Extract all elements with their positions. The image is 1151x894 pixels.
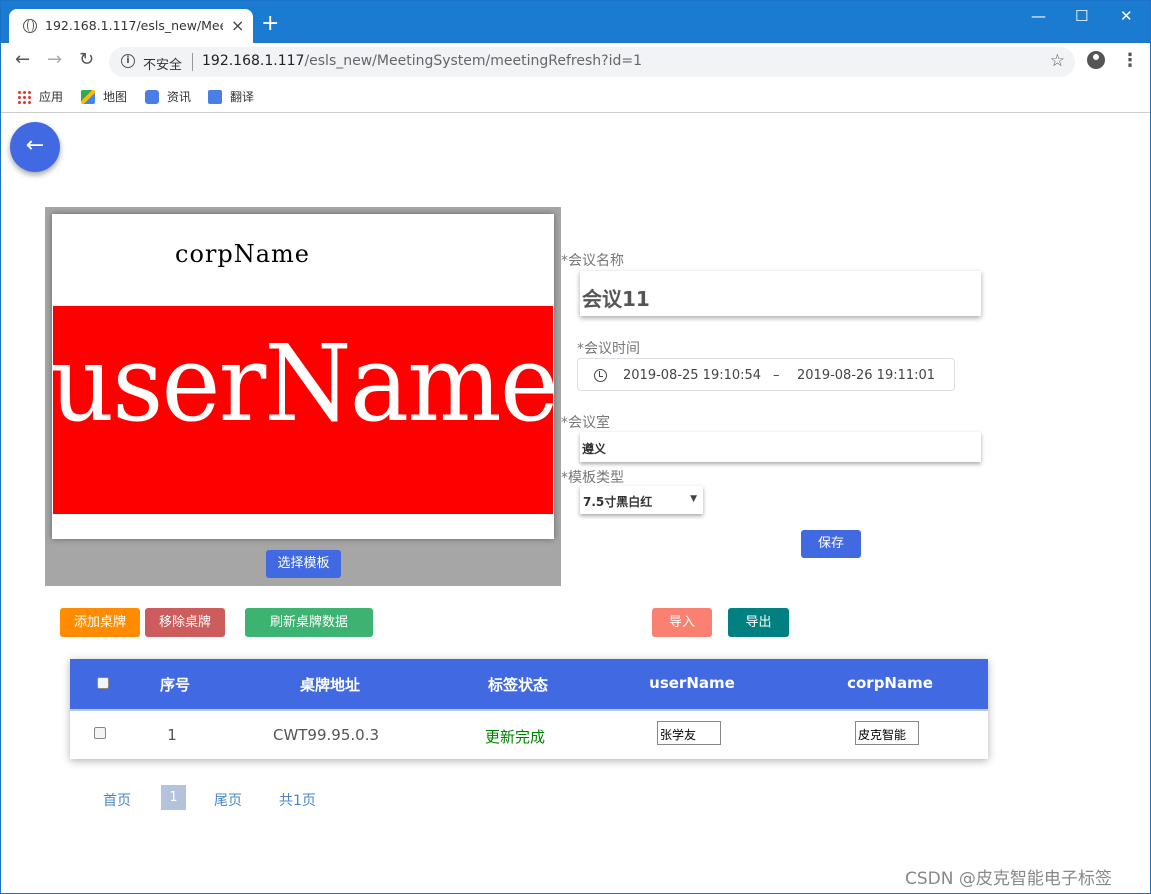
row-corpname-input[interactable]: 皮克智能 [855, 721, 919, 745]
address-toolbar: ← → ↻ i 不安全 192.168.1.117/esls_new/Meeti… [1, 43, 1150, 79]
row-index: 1 [167, 726, 177, 744]
tab-title: 192.168.1.117/esls_new/Meeti [45, 18, 223, 33]
column-header: 序号 [159, 676, 190, 694]
title-bar: 192.168.1.117/esls_new/Meeti × + — ☐ ✕ [1, 1, 1150, 43]
row-checkbox[interactable] [94, 727, 106, 739]
meeting-name-field[interactable]: 会议11 [580, 271, 981, 316]
url-path: /esls_new/MeetingSystem/meetingRefresh?i… [304, 53, 642, 69]
row-address: CWT99.95.0.3 [272, 726, 380, 744]
browser-window: 192.168.1.117/esls_new/Meeti × + — ☐ ✕ ←… [0, 0, 1151, 894]
clock-icon [594, 369, 607, 382]
page-content: ← corpName userName 选择模板 *会议名称 会议11 *会议时… [1, 114, 1150, 893]
back-button[interactable]: ← [10, 122, 60, 172]
url-host: 192.168.1.117 [202, 53, 305, 69]
corp-name-preview: corpName [175, 240, 310, 268]
globe-icon [23, 19, 37, 33]
remove-nameplate-button[interactable]: 移除桌牌 [145, 608, 225, 637]
watermark: CSDN @皮克智能电子标签 [905, 869, 1112, 889]
bookmark-translate[interactable]: 翻译 [208, 88, 254, 105]
security-label: 不安全 [143, 58, 183, 73]
news-icon [145, 90, 159, 104]
tab-close-icon[interactable]: × [231, 16, 244, 35]
template-type-value: 7.5寸黑白红 [583, 495, 653, 509]
column-header: corpName [847, 674, 933, 692]
meeting-time-label: *会议时间 [577, 341, 640, 357]
address-bar[interactable]: i 不安全 192.168.1.117/esls_new/MeetingSyst… [109, 47, 1075, 77]
export-button[interactable]: 导出 [728, 608, 789, 637]
bookmark-apps[interactable]: 应用 [17, 88, 63, 105]
nameplate-table: 序号 桌牌地址 标签状态 userName corpName 1 CWT99.9… [70, 659, 988, 759]
meeting-name-label: *会议名称 [561, 253, 624, 269]
start-time[interactable]: 2019-08-25 19:10:54 [623, 368, 761, 383]
import-button[interactable]: 导入 [652, 608, 712, 637]
row-status: 更新完成 [484, 728, 545, 746]
url-text[interactable]: 192.168.1.117/esls_new/MeetingSystem/mee… [202, 53, 642, 69]
meeting-time-range-picker[interactable]: 2019-08-25 19:10:54 – 2019-08-26 19:11:0… [577, 358, 955, 391]
select-all-checkbox[interactable] [97, 677, 109, 689]
bookmark-maps[interactable]: 地图 [81, 88, 127, 105]
save-button[interactable]: 保存 [801, 530, 861, 558]
pager-current[interactable]: 1 [161, 785, 186, 810]
browser-tab[interactable]: 192.168.1.117/esls_new/Meeti × [9, 9, 253, 43]
forward-nav-button[interactable]: → [47, 51, 62, 69]
bookmark-label: 资讯 [167, 90, 192, 104]
refresh-nameplate-button[interactable]: 刷新桌牌数据 [245, 608, 373, 637]
info-icon[interactable]: i [121, 54, 135, 68]
maximize-button[interactable]: ☐ [1075, 7, 1088, 25]
back-nav-button[interactable]: ← [15, 51, 30, 69]
bookmark-label: 翻译 [230, 90, 255, 104]
column-header: userName [649, 674, 735, 692]
add-nameplate-button[interactable]: 添加桌牌 [60, 608, 140, 637]
bookmark-label: 地图 [103, 90, 128, 104]
template-type-select[interactable]: 7.5寸黑白红 ▼ [580, 486, 703, 514]
maps-icon [81, 90, 95, 104]
column-header: 桌牌地址 [299, 676, 360, 694]
bookmarks-bar: 应用 地图 资讯 翻译 [1, 79, 1150, 113]
bookmark-label: 应用 [39, 90, 64, 104]
label-preview-canvas: corpName userName [52, 214, 554, 539]
end-time[interactable]: 2019-08-26 19:11:01 [797, 368, 935, 383]
time-range-separator: – [773, 368, 780, 383]
user-name-preview: userName [53, 322, 553, 445]
choose-template-button[interactable]: 选择模板 [266, 550, 341, 578]
table-row[interactable]: 1 CWT99.95.0.3 更新完成 张学友 皮克智能 [70, 709, 988, 759]
close-window-button[interactable]: ✕ [1120, 7, 1133, 25]
translate-icon [208, 90, 222, 104]
row-username-input[interactable]: 张学友 [657, 721, 721, 745]
new-tab-button[interactable]: + [261, 13, 279, 35]
menu-icon[interactable]: ⋮ [1121, 50, 1139, 71]
column-header: 标签状态 [487, 676, 548, 694]
template-preview-panel: corpName userName 选择模板 [45, 207, 561, 586]
pager-total: 共1页 [279, 793, 316, 809]
pager-first[interactable]: 首页 [103, 790, 131, 810]
meeting-room-field[interactable]: 遵义 [580, 432, 981, 462]
template-type-label: *模板类型 [561, 470, 624, 486]
minimize-button[interactable]: — [1031, 7, 1046, 25]
table-header: 序号 桌牌地址 标签状态 userName corpName [70, 659, 988, 709]
apps-grid-icon [17, 90, 31, 104]
bookmark-star-icon[interactable]: ☆ [1050, 51, 1065, 71]
meeting-room-label: *会议室 [561, 415, 610, 431]
bookmark-news[interactable]: 资讯 [145, 88, 191, 105]
reload-button[interactable]: ↻ [79, 51, 94, 69]
divider [192, 53, 193, 71]
red-band: userName [53, 306, 553, 514]
profile-avatar-icon[interactable] [1087, 51, 1105, 69]
dropdown-arrow-icon: ▼ [690, 494, 697, 504]
pager-last[interactable]: 尾页 [214, 790, 242, 810]
